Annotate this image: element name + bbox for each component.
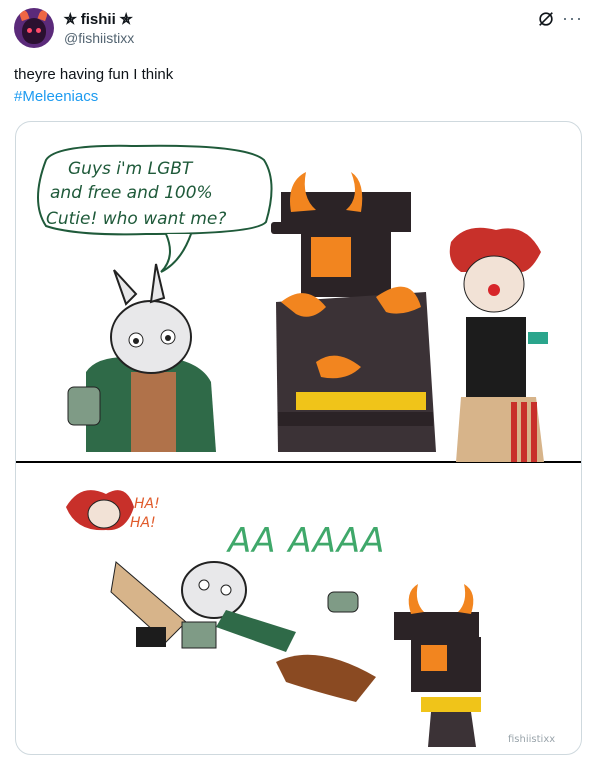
speech-tail bbox=[160, 233, 192, 273]
flying-hand bbox=[327, 591, 359, 613]
speech-line-2: and free and 100% bbox=[50, 183, 213, 203]
laugh-text-1: HA! bbox=[134, 496, 160, 512]
tweet-text: theyre having fun I think bbox=[14, 66, 174, 83]
artist-signature: fishiistixx bbox=[508, 734, 555, 745]
speech-line-1: Guys i'm LGBT bbox=[68, 159, 194, 179]
display-name[interactable]: ✯ fishii ✯ bbox=[64, 10, 132, 28]
speech-line-3: Cutie! who want me? bbox=[46, 209, 226, 229]
character-right-panel1 bbox=[449, 227, 548, 462]
hashtag-link[interactable]: #Meleeniacs bbox=[14, 88, 98, 105]
comic-illustration: Guys i'm LGBT and free and 100% Cutie! w… bbox=[16, 144, 581, 747]
avatar[interactable] bbox=[14, 8, 54, 48]
grok-icon[interactable] bbox=[537, 10, 555, 28]
character-clown-panel2 bbox=[66, 490, 187, 647]
more-icon[interactable]: ··· bbox=[562, 8, 583, 29]
laugh-text-2: HA! bbox=[130, 515, 156, 531]
handle[interactable]: @fishiistixx bbox=[64, 30, 134, 46]
tweet: ✯ fishii ✯ @fishiistixx ··· theyre havin… bbox=[0, 0, 598, 761]
character-left-panel1 bbox=[67, 263, 216, 452]
character-white-panel2 bbox=[181, 561, 296, 652]
character-demon-panel2 bbox=[276, 584, 481, 747]
media-image[interactable]: Guys i'm LGBT and free and 100% Cutie! w… bbox=[15, 121, 582, 755]
character-middle-panel1 bbox=[271, 172, 436, 452]
scream-text: AA AAAA bbox=[226, 521, 385, 561]
